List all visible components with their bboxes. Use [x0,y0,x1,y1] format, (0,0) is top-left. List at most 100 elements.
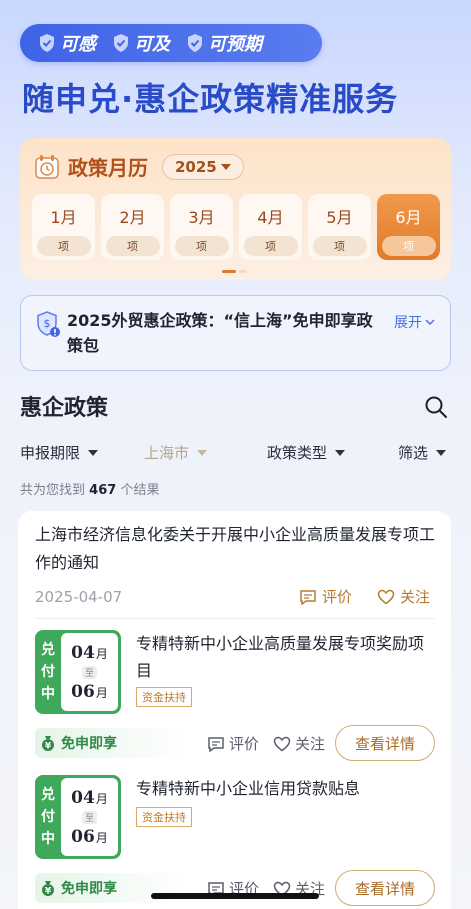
month-count: 项 [36,236,91,256]
policy-card[interactable]: 上海市经济信息化委关于开展中小企业高质量发展专项工作的通知 2025-04-07… [18,511,451,909]
follow-button[interactable]: 关注 [377,586,430,607]
home-indicator[interactable] [151,893,319,899]
month-label: 1月 [50,208,77,227]
status-text: 兑 付 中 [35,630,61,714]
start-month: 04月 [71,788,108,808]
end-unit: 月 [95,685,108,700]
calendar-clock-icon [35,154,59,179]
policy-package-banner[interactable]: $ 2025外贸惠企政策：“信上海”免申即享政策包 展开 [20,295,451,371]
filter-region[interactable]: 上海市 [144,442,208,463]
status-char: 付 [41,809,55,825]
view-details-button[interactable]: 查看详情 [335,725,435,761]
filter-deadline[interactable]: 申报期限 [20,442,99,463]
month-count: 项 [105,236,160,256]
comment-label: 评价 [229,735,260,753]
month-label: 2月 [119,208,146,227]
start-unit: 月 [95,791,108,806]
filter-label: 申报期限 [20,444,81,462]
month-item[interactable]: 4月项 [239,194,302,260]
money-bag-icon: ¥ [42,736,54,752]
comment-label: 评价 [322,588,353,606]
expand-label: 展开 [394,315,422,331]
month-count: 项 [174,236,229,256]
filter-bar: 申报期限 上海市 政策类型 筛选 [20,442,451,462]
slogan-item: 可感 [38,30,96,56]
follow-label: 关注 [295,735,326,753]
caret-down-icon [197,449,208,456]
follow-label: 关注 [400,588,431,606]
date-range: 04月 至 06月 [61,633,118,711]
svg-text:$: $ [44,317,51,330]
month-item[interactable]: 1月项 [32,194,95,260]
slogan-text: 可感 [60,34,96,55]
filter-label: 政策类型 [267,444,328,462]
filter-label: 筛选 [398,444,429,462]
result-count: 共为您找到 467 个结果 [20,479,159,498]
comment-button[interactable]: 评价 [207,733,259,754]
follow-button[interactable]: 关注 [273,733,325,754]
free-apply-badge: ¥ 免申即享 [35,728,185,758]
expand-button[interactable]: 展开 [394,312,436,332]
month-item-active[interactable]: 6月项 [377,194,440,260]
end-month: 06月 [71,827,108,847]
heart-icon [377,589,395,604]
policy-item[interactable]: 兑 付 中 04月 至 06月 专精特新中小企业信用贷款贴息 资金扶持 ¥ 免申… [35,775,435,909]
caret-down-icon [335,449,346,456]
svg-text:¥: ¥ [45,887,52,897]
month-count: 项 [243,236,298,256]
start-month: 04月 [71,643,108,663]
caret-down-icon [88,449,99,456]
item-title: 专精特新中小企业信用贷款贴息 [136,779,361,798]
status-badge: 兑 付 中 04月 至 06月 [35,630,121,714]
comment-button[interactable]: 评价 [299,586,352,607]
status-char: 中 [41,686,55,702]
month-count: 项 [381,236,436,256]
slogan-item: 可及 [112,30,170,56]
status-badge: 兑 付 中 04月 至 06月 [35,775,121,859]
start-day: 04 [71,787,95,808]
view-details-button[interactable]: 查看详情 [335,870,435,906]
filter-label: 上海市 [144,444,190,462]
year-selector[interactable]: 2025 [162,153,244,180]
shield-check-icon [188,34,202,52]
status-char: 兑 [41,642,55,658]
indicator-dot [239,270,247,273]
calendar-title: 政策月历 [68,156,148,180]
range-separator: 至 [81,810,97,824]
money-bag-icon: ¥ [42,881,54,897]
policy-title: 上海市经济信息化委关于开展中小企业高质量发展专项工作的通知 [35,525,436,572]
month-label: 5月 [326,208,353,227]
page-title: 随申兑·惠企政策精准服务 [22,80,399,118]
shield-dollar-icon: $ [37,311,60,337]
month-item[interactable]: 3月项 [170,194,233,260]
category-tag: 资金扶持 [136,687,192,707]
filter-more[interactable]: 筛选 [398,442,447,463]
month-count: 项 [312,236,367,256]
category-tag: 资金扶持 [136,807,192,827]
free-apply-label: 免申即享 [61,881,117,897]
comment-icon [208,736,224,752]
policy-item[interactable]: 兑 付 中 04月 至 06月 专精特新中小企业高质量发展专项奖励项目 资金扶持… [35,630,435,770]
policy-calendar: 政策月历 2025 1月项 2月项 3月项 4月项 5月项 6月项 [20,138,451,280]
month-item[interactable]: 5月项 [308,194,371,260]
slogan-pill: 可感 可及 可预期 [20,24,322,62]
range-separator: 至 [81,665,97,679]
caret-down-icon [436,449,447,456]
month-item[interactable]: 2月项 [101,194,164,260]
result-number: 467 [89,483,117,498]
caret-down-icon [220,163,231,170]
month-label: 4月 [257,208,284,227]
end-day: 06 [71,826,95,847]
header: 可感 可及 可预期 随申兑·惠企政策精准服务 [0,0,471,130]
carousel-indicator [222,270,247,273]
search-icon[interactable] [424,395,448,419]
slogan-text: 可预期 [208,34,262,55]
month-list: 1月项 2月项 3月项 4月项 5月项 6月项 [32,194,440,260]
status-char: 兑 [41,787,55,803]
filter-policy-type[interactable]: 政策类型 [267,442,346,463]
status-char: 付 [41,664,55,680]
end-unit: 月 [95,830,108,845]
start-day: 04 [71,642,95,663]
item-title: 专精特新中小企业高质量发展专项奖励项目 [136,634,425,680]
policy-date: 2025-04-07 [35,588,123,606]
